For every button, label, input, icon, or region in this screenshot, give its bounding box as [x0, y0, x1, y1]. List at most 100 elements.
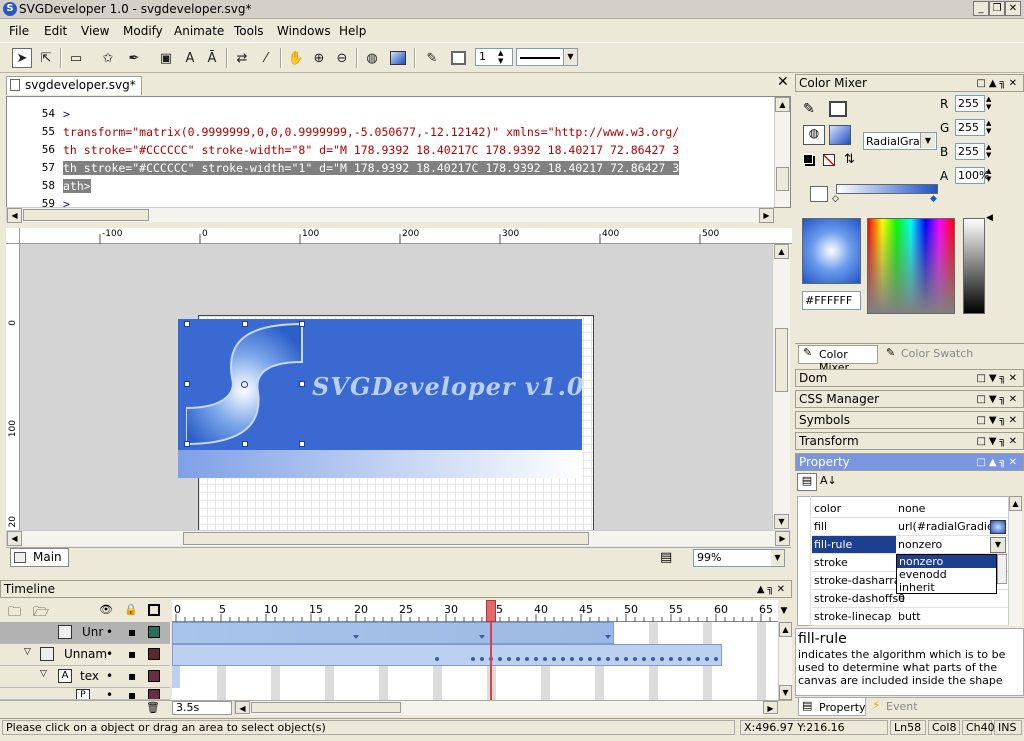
scroll-thumb[interactable]	[23, 209, 149, 221]
select-arrow-icon[interactable]: ➤	[12, 48, 32, 68]
keyframe-dot[interactable]	[552, 657, 556, 661]
visibility-dot[interactable]: •	[106, 625, 113, 639]
scroll-right-icon[interactable]: ▶	[763, 701, 778, 714]
pen-tool-icon[interactable]: ✒	[124, 48, 144, 68]
keyframe-dot[interactable]	[651, 657, 655, 661]
fill-bucket-icon[interactable]: ◍	[362, 48, 382, 68]
property-row-stroke-linecap[interactable]: stroke-linecap butt	[812, 608, 1008, 626]
scroll-up-icon[interactable]: ▲	[774, 244, 789, 259]
swap-colors-icon[interactable]: ⇅	[844, 152, 855, 167]
drawing-canvas[interactable]: SVGDeveloper v1.0	[20, 244, 772, 530]
rotation-center-handle[interactable]	[241, 381, 248, 388]
keyframe-dot[interactable]	[669, 657, 673, 661]
hex-input[interactable]: #FFFFFF	[802, 291, 861, 310]
keyframe-dot[interactable]	[597, 657, 601, 661]
close-window-button[interactable]: ✕	[1005, 1, 1021, 16]
layer-color-swatch[interactable]	[148, 648, 160, 660]
canvas-horizontal-scrollbar[interactable]: ◀ ▶	[6, 530, 790, 546]
text-tool-icon[interactable]: A	[180, 48, 200, 68]
fill-bucket-icon[interactable]: ◍	[803, 125, 825, 145]
brightness-pointer-icon[interactable]: ◀	[986, 213, 993, 223]
keyframe-dot[interactable]	[507, 657, 511, 661]
visibility-dot[interactable]: •	[106, 669, 113, 683]
scroll-left-icon[interactable]: ◀	[7, 531, 22, 546]
keyframe-dot[interactable]	[660, 657, 664, 661]
text-path-tool-icon[interactable]: Ā	[202, 48, 222, 68]
keyframe-dot[interactable]	[705, 657, 709, 661]
selection-handle[interactable]	[299, 381, 305, 387]
stroke-color-swatch[interactable]	[448, 48, 468, 68]
fill-color-swatch[interactable]	[388, 48, 408, 68]
gradient-bar[interactable]	[836, 184, 938, 194]
keyframe-dot[interactable]	[480, 657, 484, 661]
scroll-thumb[interactable]	[775, 328, 788, 392]
stroke-swatch[interactable]	[829, 101, 847, 117]
dropdown-option[interactable]: inherit	[897, 581, 935, 594]
clapper-icon[interactable]: ▤	[660, 550, 672, 565]
keyframe-dot[interactable]	[525, 657, 529, 661]
timeline-vertical-scrollbar[interactable]: ▲ ▼	[778, 622, 792, 700]
menu-tools[interactable]: Tools	[234, 24, 264, 38]
keyframe-dot[interactable]	[678, 657, 682, 661]
code-editor[interactable]: 54 55 56 57 58 59 > transform="matrix(0.…	[6, 96, 791, 208]
restore-button[interactable]: ❐	[989, 1, 1005, 16]
scroll-down-icon[interactable]: ▼	[774, 514, 789, 529]
property-row-fill[interactable]: fill url(#radialGradient	[812, 518, 1008, 536]
playhead-marker[interactable]	[486, 600, 496, 622]
brightness-slider[interactable]	[963, 218, 985, 314]
alpha-spinner[interactable]: ▲ ▼	[986, 167, 991, 183]
stroke-width-input[interactable]: 1	[475, 48, 513, 66]
menu-animate[interactable]: Animate	[174, 24, 224, 38]
chevron-down-icon[interactable]: ▼	[920, 133, 935, 148]
keyframe-dot[interactable]	[516, 657, 520, 661]
menu-modify[interactable]: Modify	[123, 24, 163, 38]
eye-icon[interactable]: 👁	[99, 603, 113, 616]
keyframe-dot[interactable]	[624, 657, 628, 661]
keyframe-dot[interactable]	[543, 657, 547, 661]
layer-color-swatch[interactable]	[148, 626, 160, 638]
menu-help[interactable]: Help	[339, 24, 366, 38]
panel-controls[interactable]: □▲╗✕	[976, 76, 1020, 92]
eyedropper-icon[interactable]: ⁄	[256, 48, 276, 68]
scroll-thumb[interactable]	[183, 532, 589, 545]
property-panel-header[interactable]: Property □▲╗✕	[795, 453, 1024, 471]
selection-handle[interactable]	[242, 321, 248, 327]
lock-dot[interactable]: ▪	[128, 647, 136, 661]
timeline-horizontal-scrollbar[interactable]: ◀ ▶	[234, 701, 778, 715]
keyframe-dot[interactable]	[615, 657, 619, 661]
selection-handle[interactable]	[184, 441, 190, 447]
gradient-strip[interactable]	[178, 450, 582, 478]
r-input[interactable]: 255	[955, 95, 985, 112]
g-spinner[interactable]: ▲ ▼	[986, 119, 991, 135]
layer-row[interactable]: ▽ Unnam • ▪	[0, 644, 170, 666]
g-input[interactable]: 255	[955, 119, 985, 136]
star-tool-icon[interactable]: ✩	[98, 48, 118, 68]
keyframe-dot[interactable]	[606, 657, 610, 661]
b-input[interactable]: 255	[955, 143, 985, 160]
code-horizontal-scrollbar[interactable]: ◀ ▶	[6, 207, 774, 223]
keyframe-dot[interactable]	[642, 657, 646, 661]
lock-dot[interactable]: ▪	[128, 669, 136, 683]
hand-tool-icon[interactable]: ✋	[286, 48, 306, 68]
frame-ruler[interactable]	[172, 600, 778, 622]
canvas-vertical-scrollbar[interactable]: ▲ ▼	[772, 244, 790, 530]
keyframe-dot[interactable]	[498, 657, 502, 661]
subselect-arrow-icon[interactable]: ⇱	[36, 48, 56, 68]
scroll-up-icon[interactable]: ▲	[1009, 496, 1022, 511]
r-spinner[interactable]: ▲ ▼	[986, 95, 991, 111]
stroke-width-spinner[interactable]: ▲ ▼	[498, 49, 503, 65]
no-color-icon[interactable]	[823, 154, 835, 166]
tab-color-swatch[interactable]: Color Swatch	[885, 347, 973, 360]
scroll-thumb[interactable]	[251, 702, 401, 713]
panel-controls[interactable]: □▼╗✕	[976, 434, 1020, 450]
menu-windows[interactable]: Windows	[277, 24, 331, 38]
b-spinner[interactable]: ▲ ▼	[986, 143, 991, 159]
lock-dot[interactable]: ▪	[128, 625, 136, 639]
scroll-up-icon[interactable]: ▲	[775, 97, 790, 112]
chevron-down-icon[interactable]: ▼	[771, 550, 784, 566]
selection-handle[interactable]	[184, 381, 190, 387]
scroll-right-icon[interactable]: ▶	[775, 531, 790, 546]
tab-svgdeveloper[interactable]: svgdeveloper.svg*	[6, 76, 142, 95]
dropdown-option-selected[interactable]: nonzero	[897, 555, 996, 568]
scroll-left-icon[interactable]: ◀	[235, 701, 250, 714]
